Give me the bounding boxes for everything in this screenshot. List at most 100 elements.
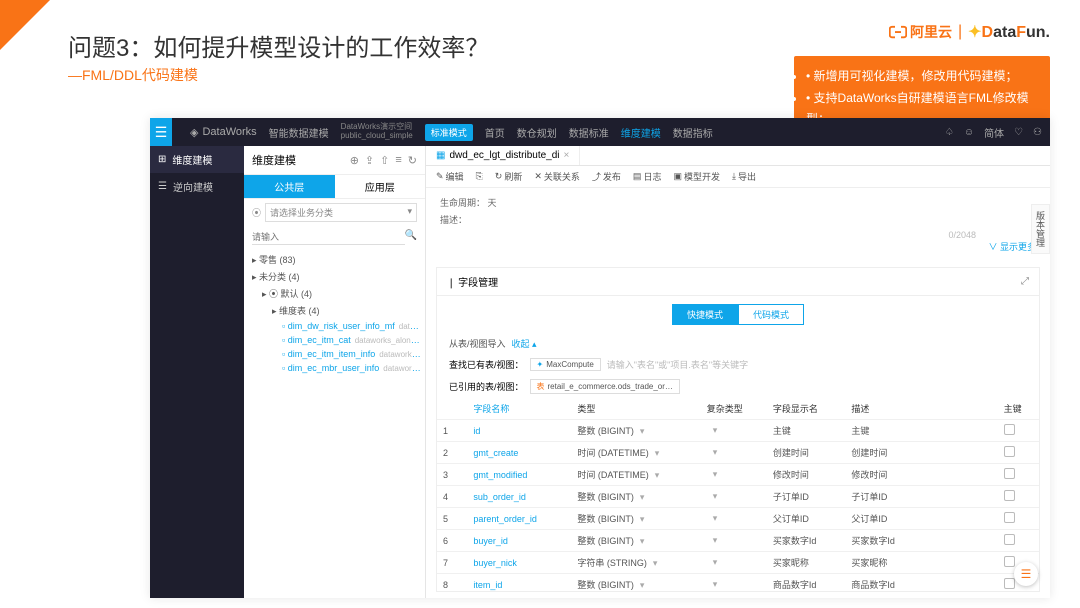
tree-node[interactable]: ▸ 未分类 (4) xyxy=(248,268,421,285)
checkbox[interactable] xyxy=(1004,424,1015,435)
checkbox[interactable] xyxy=(1004,556,1015,567)
tree-node[interactable]: ▸ ⦿ 默认 (4) xyxy=(248,285,421,302)
model-tree-panel: 维度建模 ⊕ ⇪ ⇧ ≡ ↻ 公共层应用层 ⦿ 请选择业务分类▾ 🔍 ▸ 零售 (83)… xyxy=(244,146,426,598)
category-select[interactable]: 请选择业务分类▾ xyxy=(265,203,417,222)
char-counter: 0/2048 xyxy=(440,230,1036,240)
tree-node[interactable]: ▸ 零售 (83) xyxy=(248,251,421,268)
slide-title: 问题3：如何提升模型设计的工作效率？ xyxy=(68,28,489,63)
table-icon: ▦ xyxy=(436,150,445,161)
fields-table: 字段名称类型复杂类型字段显示名描述主键 1id整数 (BIGINT)▾▾主键主键… xyxy=(437,398,1039,591)
toolbar-item[interactable]: ↻刷新 xyxy=(495,170,523,183)
panel-action-icon[interactable]: ⇪ xyxy=(365,154,374,167)
section-title: 字段管理 xyxy=(458,278,498,289)
logo-separator: | xyxy=(958,23,962,41)
checkbox[interactable] xyxy=(1004,490,1015,501)
topbar-icon[interactable]: ♤ xyxy=(945,127,954,138)
aliyun-logo: 阿里云 xyxy=(889,22,952,42)
slide-subtitle: —FML/DDL代码建模 xyxy=(68,65,198,85)
expand-icon[interactable]: ⤢ xyxy=(1021,276,1029,287)
col-header: 复杂类型 xyxy=(701,398,767,420)
col-header: 类型 xyxy=(571,398,700,420)
menu-icon[interactable]: ☰ xyxy=(150,118,172,146)
nav-item[interactable]: 数据指标 xyxy=(673,125,713,140)
checkbox[interactable] xyxy=(1004,534,1015,545)
col-header: 主键 xyxy=(998,398,1039,420)
panel-action-icon[interactable]: ⇧ xyxy=(380,154,389,167)
tree-leaf[interactable]: ▫ dim_ec_itm_item_infodataworks_sunday… xyxy=(248,347,421,361)
search-icon[interactable]: 🔍 xyxy=(405,230,417,245)
float-action-button[interactable]: ☰ xyxy=(1014,562,1038,586)
panel-action-icon[interactable]: ⊕ xyxy=(350,154,359,167)
life-label: 生命周期： xyxy=(440,198,485,208)
brand[interactable]: ◈ DataWorks xyxy=(190,126,257,139)
toolbar-item[interactable]: ▤日志 xyxy=(633,170,662,183)
table-row[interactable]: 6buyer_id整数 (BIGINT)▾▾买家数字Id买家数字Id xyxy=(437,530,1039,552)
nav-item[interactable]: 数仓规划 xyxy=(517,125,557,140)
table-row[interactable]: 3gmt_modified时间 (DATETIME)▾▾修改时间修改时间 xyxy=(437,464,1039,486)
main-content: ▦ dwd_ec_lgt_distribute_di × ✎编辑 ⎘ ↻刷新 ✕关联关… xyxy=(426,146,1050,598)
toolbar-item[interactable]: ✎编辑 xyxy=(436,170,464,183)
import-label: 从表/视图导入 xyxy=(449,337,506,350)
app-window: ☰ ◈ DataWorks 智能数据建模 DataWorks演示空间public… xyxy=(150,118,1050,598)
nav-item[interactable]: 维度建模 xyxy=(621,125,661,140)
left-rail: ⊞维度建模☰逆向建模 xyxy=(150,146,244,598)
layer-tab[interactable]: 应用层 xyxy=(335,175,426,198)
table-row[interactable]: 5parent_order_id整数 (BIGINT)▾▾父订单ID父订单ID xyxy=(437,508,1039,530)
panel-action-icon[interactable]: ↻ xyxy=(408,154,417,167)
tree-leaf[interactable]: ▫ dim_ec_itm_catdataworks_along 04:08:0… xyxy=(248,333,421,347)
datafun-logo: ✦DataFun. xyxy=(968,22,1050,42)
panel-action-icon[interactable]: ≡ xyxy=(395,154,401,167)
callout-item: 新增用可视化建模，修改用代码建模； xyxy=(806,66,1038,88)
search-hint: 请输入"表名"或"项目.表名"等关键字 xyxy=(607,358,748,371)
col-header xyxy=(437,398,467,420)
collapse-link[interactable]: 收起 ▴ xyxy=(512,337,537,350)
table-row[interactable]: 8item_id整数 (BIGINT)▾▾商品数字Id商品数字Id xyxy=(437,574,1039,592)
close-icon[interactable]: × xyxy=(564,150,570,161)
ref-table-chip[interactable]: 表retail_e_commerce.ods_trade_or… xyxy=(530,379,680,394)
table-row[interactable]: 2gmt_create时间 (DATETIME)▾▾创建时间创建时间 xyxy=(437,442,1039,464)
layer-tab[interactable]: 公共层 xyxy=(244,175,335,198)
mode-badge[interactable]: 标准模式 xyxy=(425,124,473,141)
search-input[interactable] xyxy=(252,230,405,245)
topbar-icon[interactable]: ⚇ xyxy=(1033,127,1042,138)
checkbox[interactable] xyxy=(1004,446,1015,457)
toolbar-item[interactable]: ⤴发布 xyxy=(592,170,621,183)
version-tab[interactable]: 版本管理 xyxy=(1031,204,1050,254)
table-row[interactable]: 4sub_order_id整数 (BIGINT)▾▾子订单ID子订单ID xyxy=(437,486,1039,508)
file-tab[interactable]: ▦ dwd_ec_lgt_distribute_di × xyxy=(426,146,580,165)
nav-item[interactable]: 数据标准 xyxy=(569,125,609,140)
category-icon: ⦿ xyxy=(252,206,261,219)
col-header: 字段显示名 xyxy=(767,398,846,420)
rail-item[interactable]: ⊞维度建模 xyxy=(150,146,244,173)
corner-decor xyxy=(0,0,50,50)
checkbox[interactable] xyxy=(1004,468,1015,479)
checkbox[interactable] xyxy=(1004,512,1015,523)
checkbox[interactable] xyxy=(1004,578,1015,589)
mode-tab[interactable]: 代码模式 xyxy=(738,304,804,325)
table-row[interactable]: 7buyer_nick字符串 (STRING)▾▾买家昵称买家昵称 xyxy=(437,552,1039,574)
toolbar-item[interactable]: ⤓导出 xyxy=(732,170,756,183)
workspace-label[interactable]: DataWorks演示空间public_cloud_simple xyxy=(341,123,413,141)
module-selector[interactable]: 智能数据建模 xyxy=(269,125,329,140)
nav-item[interactable]: 首页 xyxy=(485,125,505,140)
tree-leaf[interactable]: ▫ dim_ec_mbr_user_infodataworks_sunday… xyxy=(248,361,421,375)
col-header: 描述 xyxy=(845,398,997,420)
engine-chip[interactable]: ✦MaxCompute xyxy=(530,358,601,371)
desc-label: 描述： xyxy=(440,213,467,226)
table-row[interactable]: 1id整数 (BIGINT)▾▾主键主键 xyxy=(437,420,1039,442)
mode-tab[interactable]: 快捷模式 xyxy=(672,304,738,325)
topbar-icon[interactable]: 简体 xyxy=(984,125,1004,140)
topbar: ☰ ◈ DataWorks 智能数据建模 DataWorks演示空间public… xyxy=(150,118,1050,146)
logo-row: 阿里云 | ✦DataFun. xyxy=(889,22,1050,42)
show-more-link[interactable]: ∨ 显示更多 xyxy=(440,240,1036,253)
toolbar-item[interactable]: ⎘ xyxy=(476,171,483,182)
toolbar-item[interactable]: ✕关联关系 xyxy=(534,170,580,183)
tree-leaf[interactable]: ▫ dim_dw_risk_user_info_mfdataworks_sund… xyxy=(248,319,421,333)
tree-node[interactable]: ▸ 维度表 (4) xyxy=(248,302,421,319)
col-header: 字段名称 xyxy=(467,398,571,420)
toolbar-item[interactable]: ▣模型开发 xyxy=(673,170,720,183)
panel-title: 维度建模 xyxy=(252,152,296,168)
topbar-icon[interactable]: ♡ xyxy=(1014,127,1023,138)
topbar-icon[interactable]: ☺ xyxy=(964,127,974,138)
rail-item[interactable]: ☰逆向建模 xyxy=(150,173,244,200)
